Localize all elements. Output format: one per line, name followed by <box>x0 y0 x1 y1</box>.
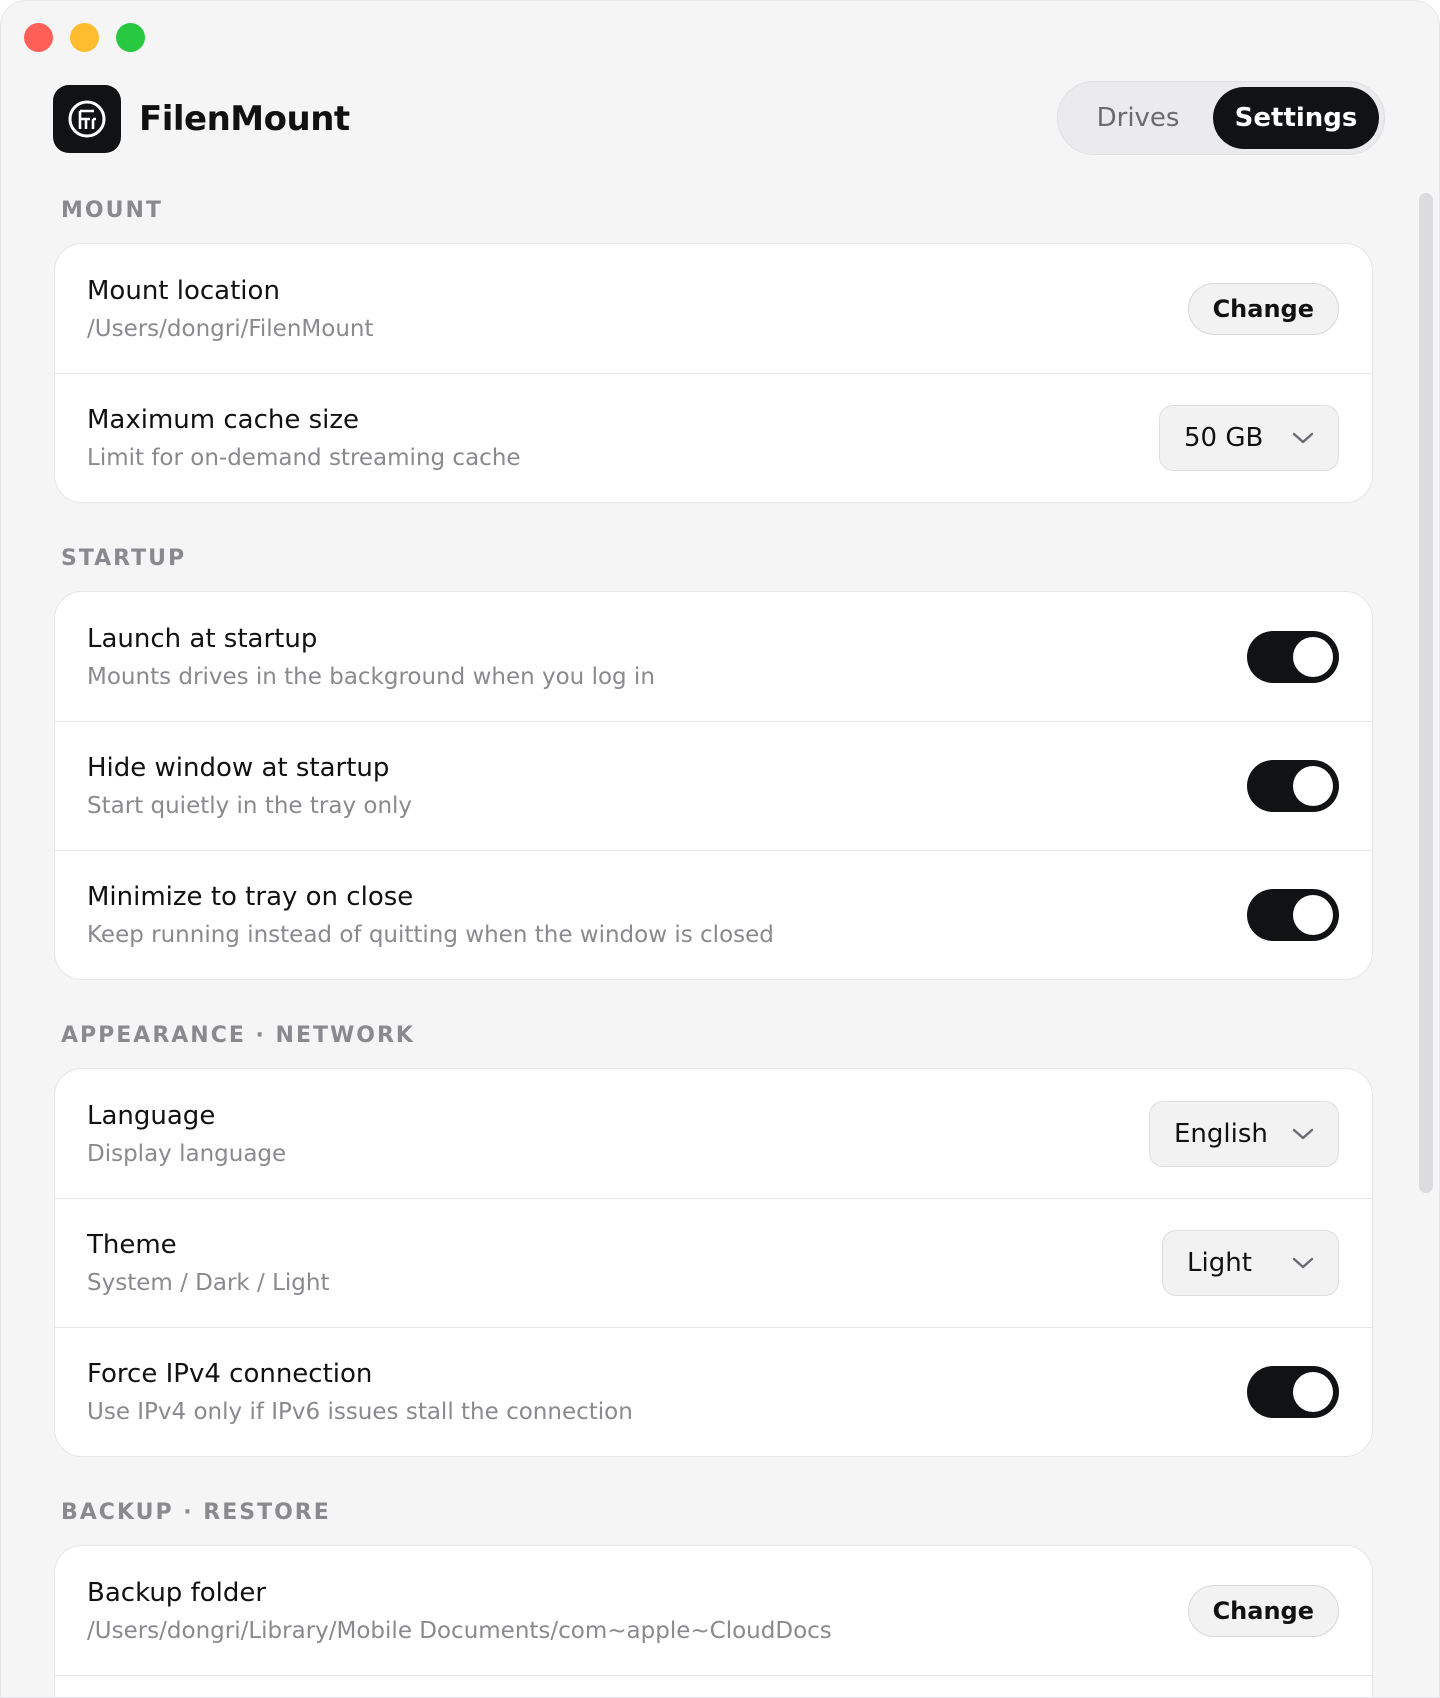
app-title: FilenMount <box>139 99 350 139</box>
chevron-down-icon <box>1292 431 1314 445</box>
change-backup-folder-button[interactable]: Change <box>1187 1584 1339 1637</box>
section-title-appearance: APPEARANCE · NETWORK <box>61 1023 415 1048</box>
force-ipv4-toggle[interactable] <box>1247 1366 1339 1418</box>
setting-label: Backup folder <box>87 1577 267 1608</box>
setting-label: Launch at startup <box>87 623 318 654</box>
language-select[interactable]: English <box>1149 1100 1339 1167</box>
appearance-card: Language Display language English Theme … <box>54 1068 1373 1457</box>
setting-description: Keep running instead of quitting when th… <box>87 922 774 948</box>
section-title-startup: STARTUP <box>61 546 187 571</box>
setting-description: System / Dark / Light <box>87 1270 330 1296</box>
setting-description: /Users/dongri/Library/Mobile Documents/c… <box>87 1617 832 1644</box>
select-value: 50 GB <box>1184 423 1264 453</box>
setting-description: Start quietly in the tray only <box>87 793 413 819</box>
setting-row-next <box>55 1675 1372 1697</box>
setting-row-launch-at-startup: Launch at startup Mounts drives in the b… <box>55 592 1372 721</box>
section-title-mount: MOUNT <box>61 198 163 223</box>
select-value: Light <box>1187 1248 1252 1278</box>
backup-card: Backup folder /Users/dongri/Library/Mobi… <box>54 1545 1373 1697</box>
scrollbar[interactable] <box>1419 193 1433 1193</box>
minimize-to-tray-toggle[interactable] <box>1247 889 1339 941</box>
setting-label: Force IPv4 connection <box>87 1359 373 1389</box>
startup-card: Launch at startup Mounts drives in the b… <box>54 591 1373 980</box>
setting-row-hide-window: Hide window at startup Start quietly in … <box>55 721 1372 850</box>
cache-size-select[interactable]: 50 GB <box>1159 405 1339 471</box>
close-window-button[interactable] <box>24 23 53 52</box>
chevron-down-icon <box>1292 1127 1314 1141</box>
settings-content: MOUNT Mount location /Users/dongri/Filen… <box>54 193 1373 1697</box>
setting-description: Limit for on-demand streaming cache <box>87 445 521 471</box>
app-brand: FilenMount <box>53 85 350 153</box>
setting-description: Display language <box>87 1140 287 1167</box>
setting-row-backup-folder: Backup folder /Users/dongri/Library/Mobi… <box>55 1546 1372 1675</box>
hide-window-toggle[interactable] <box>1247 760 1339 812</box>
chevron-down-icon <box>1292 1256 1314 1270</box>
setting-description: Use IPv4 only if IPv6 issues stall the c… <box>87 1399 633 1425</box>
window-controls <box>24 23 145 52</box>
setting-label: Minimize to tray on close <box>87 882 414 912</box>
tab-drives[interactable]: Drives <box>1063 87 1213 149</box>
setting-row-force-ipv4: Force IPv4 connection Use IPv4 only if I… <box>55 1327 1372 1456</box>
select-value: English <box>1174 1118 1268 1149</box>
minimize-window-button[interactable] <box>70 23 99 52</box>
setting-label: Mount location <box>87 275 280 306</box>
app-window: FilenMount Drives Settings MOUNT Mount l… <box>0 0 1440 1698</box>
view-switcher: Drives Settings <box>1057 81 1385 155</box>
setting-label: Maximum cache size <box>87 405 360 435</box>
tab-settings[interactable]: Settings <box>1213 87 1379 149</box>
setting-label: Theme <box>87 1230 177 1260</box>
theme-select[interactable]: Light <box>1162 1230 1339 1296</box>
setting-description: Mounts drives in the background when you… <box>87 663 655 690</box>
setting-row-minimize-to-tray: Minimize to tray on close Keep running i… <box>55 850 1372 979</box>
setting-row-language: Language Display language English <box>55 1069 1372 1198</box>
setting-label: Language <box>87 1100 216 1131</box>
setting-label: Hide window at startup <box>87 753 390 783</box>
setting-row-mount-location: Mount location /Users/dongri/FilenMount … <box>55 244 1372 373</box>
mount-card: Mount location /Users/dongri/FilenMount … <box>54 243 1373 503</box>
setting-description: /Users/dongri/FilenMount <box>87 315 374 342</box>
section-title-backup: BACKUP · RESTORE <box>61 1500 331 1525</box>
launch-at-startup-toggle[interactable] <box>1247 630 1339 683</box>
setting-row-cache-size: Maximum cache size Limit for on-demand s… <box>55 373 1372 502</box>
setting-row-theme: Theme System / Dark / Light Light <box>55 1198 1372 1327</box>
change-mount-location-button[interactable]: Change <box>1187 282 1339 335</box>
zoom-window-button[interactable] <box>116 23 145 52</box>
app-logo-icon <box>53 85 121 153</box>
